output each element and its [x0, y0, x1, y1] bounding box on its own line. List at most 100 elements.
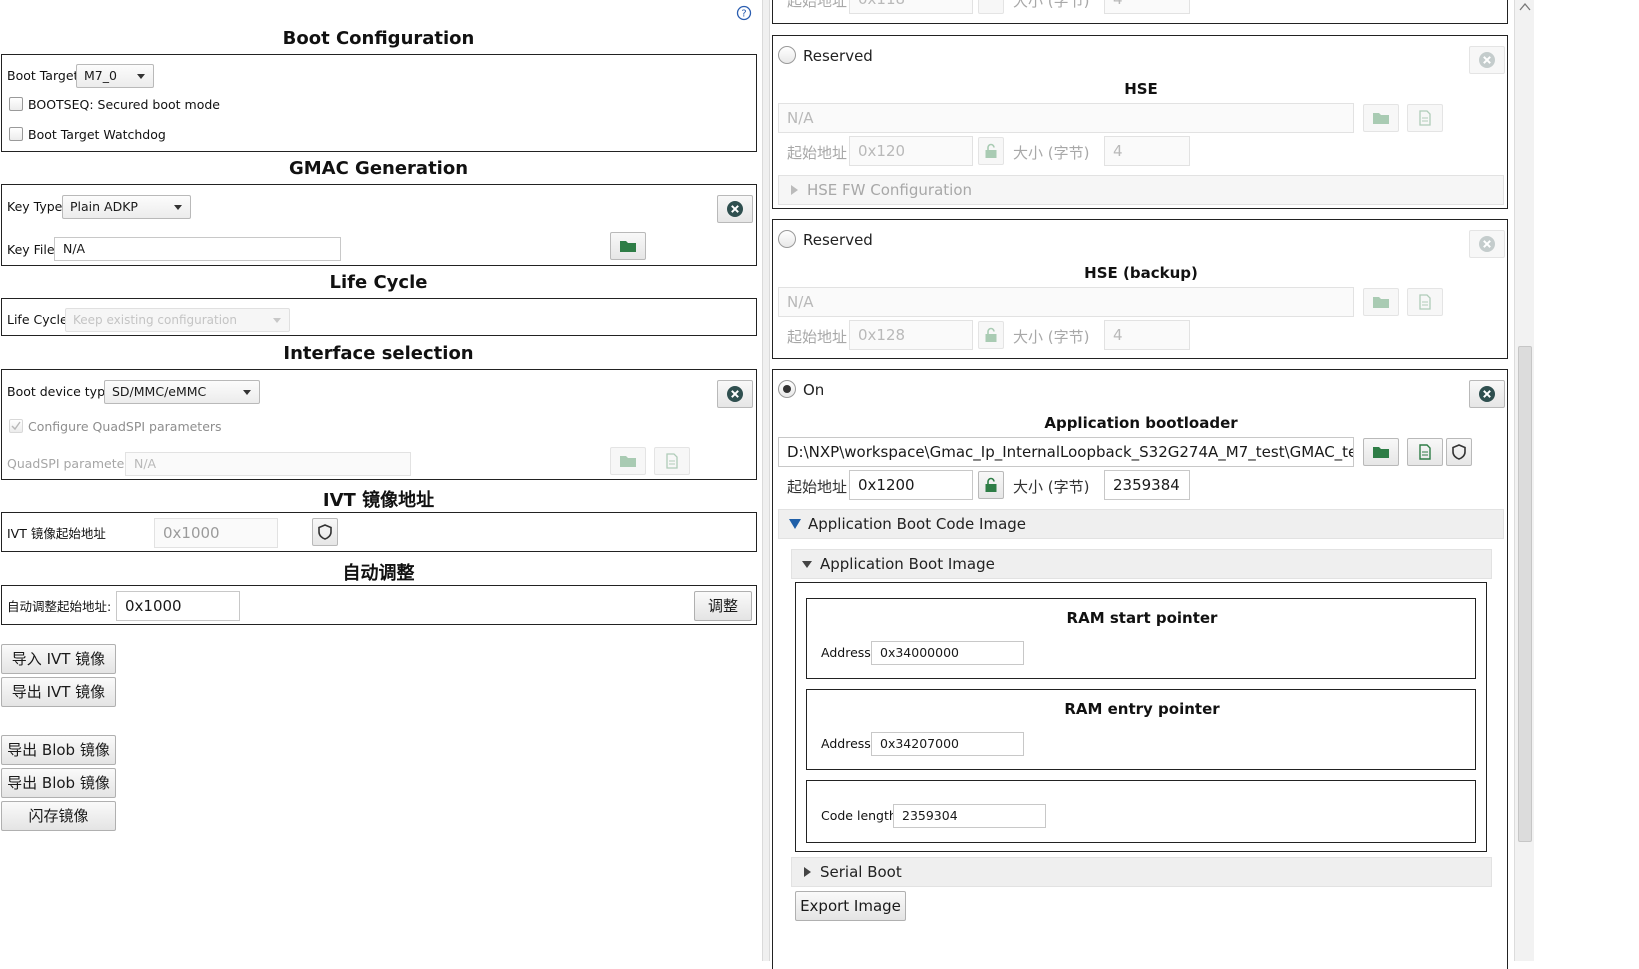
- boot-device-label: Boot device type: [7, 384, 113, 399]
- import-ivt-button[interactable]: 导入 IVT 镜像: [1, 644, 116, 674]
- key-file-input[interactable]: N/A: [54, 237, 341, 261]
- life-cycle-panel: Life Cycle Keep existing configuration: [1, 298, 757, 336]
- hse-path-input[interactable]: N/A: [778, 103, 1354, 133]
- browse-hse-button[interactable]: [1363, 104, 1399, 132]
- hse-backup-title: HSE (backup): [1084, 264, 1198, 282]
- app-bootloader-path-input[interactable]: D:\NXP\workspace\Gmac_Ip_InternalLoopbac…: [778, 437, 1354, 467]
- adjust-button[interactable]: 调整: [694, 591, 752, 621]
- code-length-label: Code length: [821, 808, 897, 823]
- help-icon[interactable]: ?: [736, 5, 752, 21]
- prev-lock-button[interactable]: [978, 0, 1004, 14]
- serial-boot-pane[interactable]: Serial Boot: [791, 857, 1492, 887]
- browse-app-bootloader-button[interactable]: [1363, 438, 1399, 466]
- boot-target-select[interactable]: M7_0: [76, 64, 154, 88]
- hse-backup-size-input[interactable]: 4: [1104, 320, 1190, 350]
- browse-key-file-button[interactable]: [610, 232, 646, 260]
- auto-adjust-start-label: 自动调整起始地址:: [7, 599, 112, 614]
- unlock-icon: [985, 143, 997, 158]
- browse-hse-backup-button[interactable]: [1363, 288, 1399, 316]
- hse-radio[interactable]: [778, 46, 796, 64]
- document-icon: [666, 453, 678, 469]
- folder-icon: [620, 456, 636, 467]
- view-hse-button[interactable]: [1407, 104, 1443, 132]
- app-boot-image-pane[interactable]: Application Boot Image: [791, 549, 1492, 579]
- close-icon: [1479, 52, 1495, 68]
- app-lock-button[interactable]: [978, 471, 1004, 499]
- app-boot-image-label: Application Boot Image: [820, 555, 995, 573]
- key-file-label: Key File: [7, 242, 55, 257]
- app-boot-code-image-pane[interactable]: Application Boot Code Image: [778, 509, 1504, 539]
- svg-text:?: ?: [741, 9, 746, 20]
- hse-size-input[interactable]: 4: [1104, 136, 1190, 166]
- folder-icon: [1373, 447, 1389, 458]
- life-cycle-label: Life Cycle: [7, 312, 68, 327]
- app-boot-image-content: RAM start pointer Address 0x34000000 RAM…: [795, 582, 1487, 852]
- ivt-start-label: IVT 镜像起始地址: [7, 526, 106, 541]
- boot-target-label: Boot Target: [7, 68, 79, 83]
- app-bootloader-title: Application bootloader: [1044, 414, 1238, 432]
- prev-start-label: 起始地址: [787, 0, 848, 10]
- boot-device-value: SD/MMC/eMMC: [112, 384, 207, 399]
- clear-hse-button[interactable]: [1469, 46, 1505, 74]
- prev-size-label: 大小 (字节): [1013, 0, 1090, 10]
- clear-app-bootloader-button[interactable]: [1469, 380, 1505, 408]
- export-image-button[interactable]: Export Image: [795, 891, 906, 921]
- export-blob-button[interactable]: 导出 Blob 镜像: [1, 735, 116, 765]
- export-ivt-button[interactable]: 导出 IVT 镜像: [1, 677, 116, 707]
- hse-start-input[interactable]: 0x120: [849, 136, 973, 166]
- app-size-input[interactable]: 2359384: [1104, 470, 1190, 500]
- ram-start-address-label: Address: [821, 645, 871, 660]
- prev-start-input[interactable]: 0x118: [849, 0, 973, 14]
- hse-backup-panel: Reserved HSE (backup) N/A 起始地址 0x128 大小 …: [772, 219, 1508, 359]
- auto-adjust-start-input[interactable]: 0x1000: [116, 591, 240, 621]
- shield-icon: [318, 524, 332, 540]
- verify-app-bootloader-button[interactable]: [1446, 438, 1472, 466]
- unlock-icon: [985, 477, 997, 492]
- document-icon: [1419, 294, 1431, 310]
- close-icon: [727, 201, 743, 217]
- close-icon: [727, 386, 743, 402]
- life-cycle-value: Keep existing configuration: [73, 313, 238, 327]
- ivt-start-input[interactable]: 0x1000: [154, 518, 278, 548]
- vertical-scrollbar[interactable]: [1514, 0, 1535, 961]
- app-start-input[interactable]: 0x1200: [849, 470, 973, 500]
- scrollbar-thumb[interactable]: [1518, 346, 1532, 842]
- clear-interface-button[interactable]: [717, 380, 753, 408]
- hse-fw-config-pane[interactable]: HSE FW Configuration: [778, 175, 1504, 205]
- hse-lock-button[interactable]: [978, 137, 1004, 165]
- expand-icon: [804, 867, 811, 877]
- hse-backup-radio-label: Reserved: [803, 231, 873, 249]
- hse-backup-lock-button[interactable]: [978, 321, 1004, 349]
- ram-entry-address-input[interactable]: 0x34207000: [871, 732, 1024, 756]
- quadspi-config-checkbox[interactable]: [9, 419, 23, 433]
- panel-divider[interactable]: [762, 0, 770, 961]
- ivt-title: IVT 镜像地址: [322, 490, 435, 511]
- ivt-verify-button[interactable]: [312, 518, 338, 546]
- hse-start-label: 起始地址: [787, 144, 848, 162]
- interface-title: Interface selection: [283, 343, 474, 364]
- app-bootloader-radio[interactable]: [778, 380, 796, 398]
- ram-start-address-input[interactable]: 0x34000000: [871, 641, 1024, 665]
- view-quadspi-button[interactable]: [654, 447, 690, 475]
- boot-device-select[interactable]: SD/MMC/eMMC: [104, 380, 260, 404]
- view-app-bootloader-button[interactable]: [1407, 438, 1443, 466]
- watchdog-checkbox[interactable]: [9, 127, 23, 141]
- clear-hse-backup-button[interactable]: [1469, 230, 1505, 258]
- right-edge: [1534, 0, 1639, 961]
- flash-image-button[interactable]: 闪存镜像: [1, 801, 116, 831]
- hse-backup-radio[interactable]: [778, 230, 796, 248]
- view-hse-backup-button[interactable]: [1407, 288, 1443, 316]
- prev-size-input[interactable]: 4: [1104, 0, 1190, 14]
- life-cycle-select[interactable]: Keep existing configuration: [65, 308, 290, 332]
- browse-quadspi-button[interactable]: [610, 447, 646, 475]
- hse-backup-path-input[interactable]: N/A: [778, 287, 1354, 317]
- clear-gmac-button[interactable]: [717, 195, 753, 223]
- secured-boot-checkbox[interactable]: [9, 97, 23, 111]
- key-type-select[interactable]: Plain ADKP: [62, 195, 191, 219]
- app-bootloader-radio-label: On: [803, 381, 825, 399]
- hse-backup-size-label: 大小 (字节): [1013, 328, 1090, 346]
- code-length-input[interactable]: 2359304: [893, 804, 1046, 828]
- quadspi-params-input[interactable]: N/A: [125, 452, 411, 476]
- hse-backup-start-input[interactable]: 0x128: [849, 320, 973, 350]
- export-blob-button-2[interactable]: 导出 Blob 镜像: [1, 768, 116, 798]
